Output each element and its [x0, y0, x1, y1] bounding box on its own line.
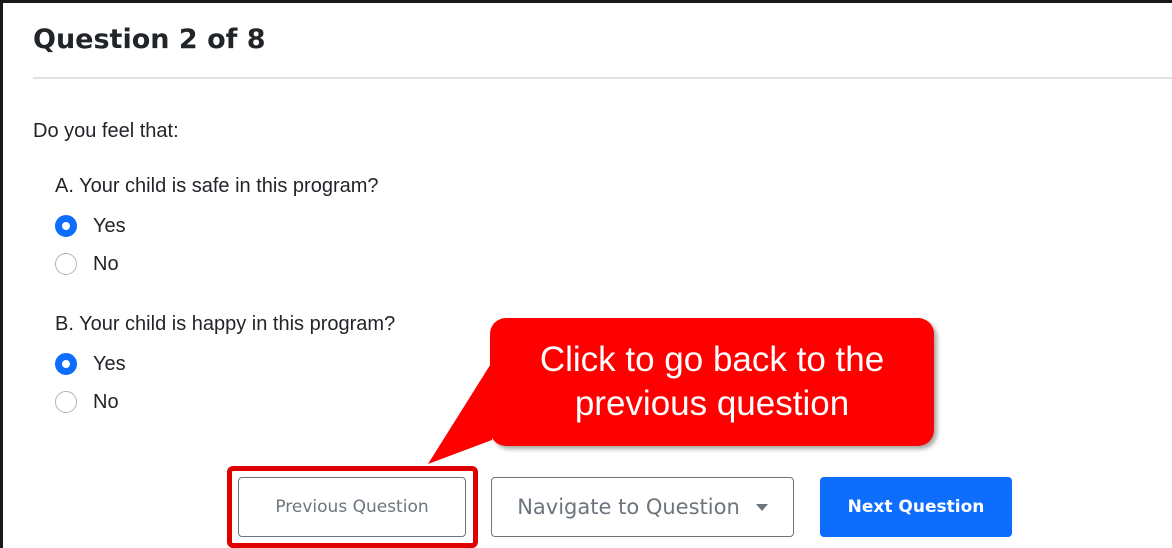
callout-pointer	[428, 362, 492, 464]
callout-annotation: Click to go back to the previous questio…	[490, 318, 934, 446]
